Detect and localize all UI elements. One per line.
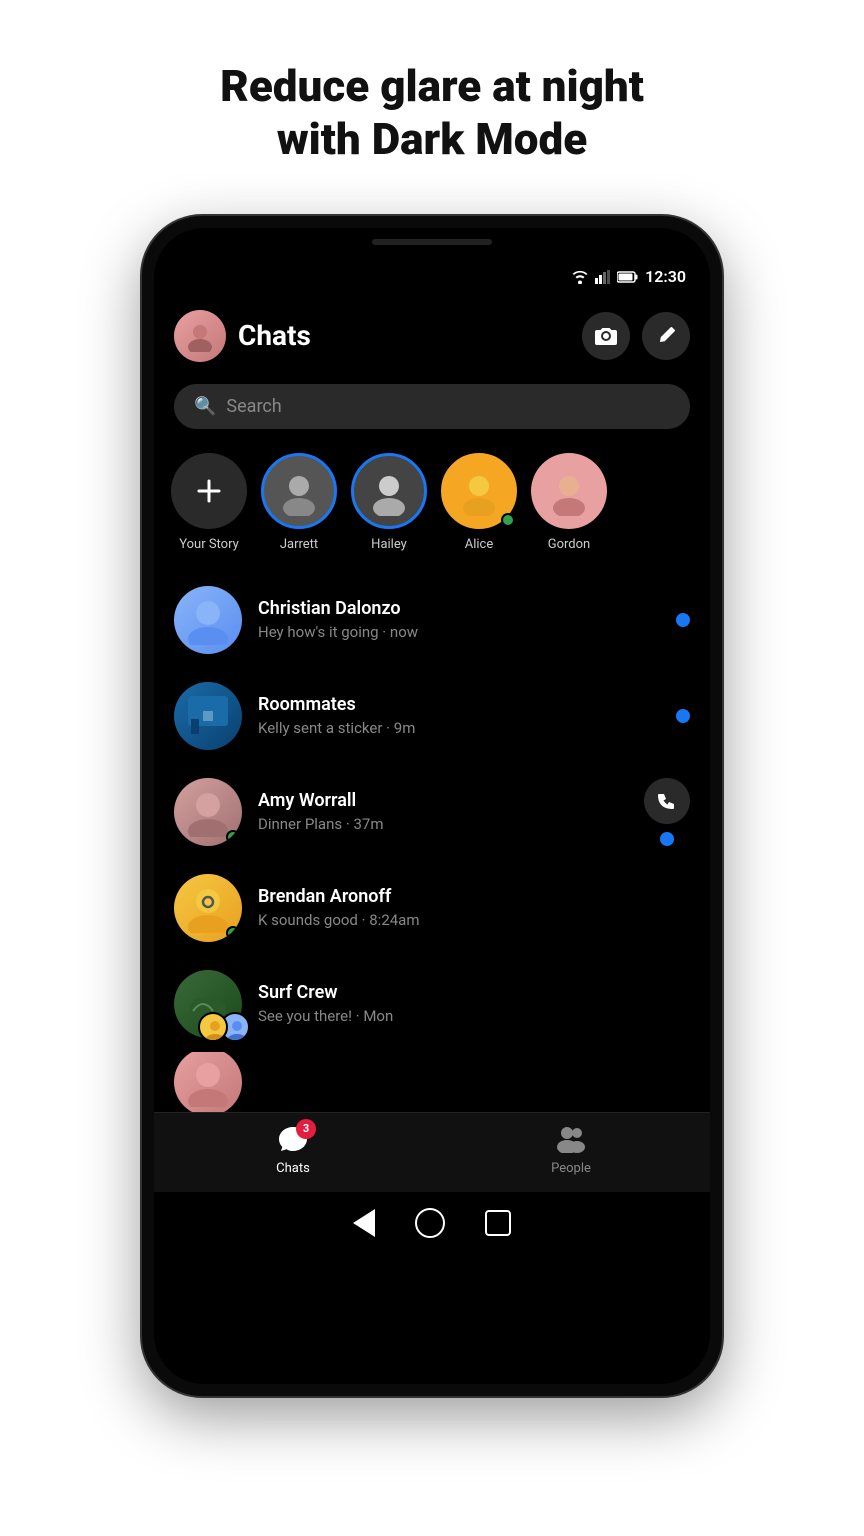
brendan-content: Brendan Aronoff K sounds good · 8:24am — [258, 886, 674, 929]
notch-area — [154, 228, 710, 256]
people-nav-icon — [555, 1125, 587, 1153]
status-bar: 12:30 — [154, 256, 710, 298]
roommates-name: Roommates — [258, 694, 660, 715]
christian-avatar — [174, 586, 242, 654]
phone-icon — [657, 791, 677, 811]
amy-name: Amy Worrall — [258, 790, 628, 811]
phone-screen: 12:30 Chats — [154, 228, 710, 1384]
your-story-label: Your Story — [179, 537, 239, 552]
notch-pill — [372, 239, 492, 245]
surf-crew-name: Surf Crew — [258, 982, 674, 1003]
top-bar: Chats — [154, 298, 710, 374]
status-icons: 12:30 — [571, 267, 686, 286]
chat-item-roommates[interactable]: Roommates Kelly sent a sticker · 9m — [154, 668, 710, 764]
chat-item-partial[interactable] — [154, 1052, 710, 1112]
people-nav-label: People — [551, 1161, 591, 1176]
alice-online-dot — [501, 513, 515, 527]
story-your-story[interactable]: Your Story — [170, 453, 248, 552]
amy-avatar — [174, 778, 242, 846]
camera-icon — [595, 327, 617, 345]
headline-line1: Reduce glare at night — [220, 60, 644, 112]
amy-preview: Dinner Plans · 37m — [258, 815, 628, 833]
amy-unread — [660, 832, 674, 846]
headline-line2: with Dark Mode — [277, 113, 588, 165]
chat-item-christian[interactable]: Christian Dalonzo Hey how's it going · n… — [154, 572, 710, 668]
recents-button[interactable] — [485, 1210, 511, 1236]
edit-button[interactable] — [642, 312, 690, 360]
battery-icon — [617, 271, 639, 283]
gordon-avatar — [531, 453, 607, 529]
alice-label: Alice — [465, 537, 494, 552]
christian-unread — [676, 613, 690, 627]
home-button[interactable] — [415, 1208, 445, 1238]
people-icon-wrap — [555, 1125, 587, 1157]
jarrett-avatar-wrap — [261, 453, 337, 529]
christian-right — [676, 613, 690, 627]
signal-icon — [595, 270, 611, 284]
search-input[interactable]: 🔍 Search — [174, 384, 690, 429]
amy-online-dot — [226, 830, 240, 844]
surf-member-1 — [198, 1012, 228, 1042]
wifi-icon — [571, 270, 589, 284]
gordon-label: Gordon — [548, 537, 590, 552]
roommates-unread — [676, 709, 690, 723]
chats-nav-label: Chats — [276, 1161, 310, 1176]
chat-list: Christian Dalonzo Hey how's it going · n… — [154, 572, 710, 1112]
chats-title: Chats — [238, 319, 570, 352]
surf-crew-content: Surf Crew See you there! · Mon — [258, 982, 674, 1025]
story-hailey[interactable]: Hailey — [350, 453, 428, 552]
surf-crew-avatar-group — [174, 970, 242, 1038]
add-story-icon — [171, 453, 247, 529]
chat-item-amy[interactable]: Amy Worrall Dinner Plans · 37m — [154, 764, 710, 860]
roommates-content: Roommates Kelly sent a sticker · 9m — [258, 694, 660, 737]
roommates-avatar — [174, 682, 242, 750]
search-placeholder: Search — [226, 396, 281, 417]
page-headline: Reduce glare at night with Dark Mode — [140, 0, 724, 216]
jarrett-label: Jarrett — [280, 537, 318, 552]
hailey-avatar-wrap — [351, 453, 427, 529]
search-bar: 🔍 Search — [154, 374, 710, 445]
stories-row: Your Story Jarrett — [154, 445, 710, 572]
story-gordon[interactable]: Gordon — [530, 453, 608, 552]
edit-icon — [656, 326, 676, 346]
chat-item-surf-crew[interactable]: Surf Crew See you there! · Mon — [154, 956, 710, 1052]
camera-button[interactable] — [582, 312, 630, 360]
nav-people[interactable]: People — [432, 1125, 710, 1176]
christian-content: Christian Dalonzo Hey how's it going · n… — [258, 598, 660, 641]
gordon-avatar-wrap — [531, 453, 607, 529]
christian-name: Christian Dalonzo — [258, 598, 660, 619]
chats-badge: 3 — [296, 1119, 316, 1139]
phone-shell: 12:30 Chats — [142, 216, 722, 1396]
home-bar — [154, 1192, 710, 1258]
your-story-avatar-wrap — [171, 453, 247, 529]
back-button[interactable] — [353, 1209, 375, 1237]
story-jarrett[interactable]: Jarrett — [260, 453, 338, 552]
chat-item-brendan[interactable]: Brendan Aronoff K sounds good · 8:24am — [154, 860, 710, 956]
surf-crew-member-avatars — [198, 1012, 250, 1042]
chats-icon-wrap: 3 — [278, 1125, 308, 1157]
jarrett-avatar — [261, 453, 337, 529]
brendan-name: Brendan Aronoff — [258, 886, 674, 907]
nav-chats[interactable]: 3 Chats — [154, 1125, 432, 1176]
user-avatar[interactable] — [174, 310, 226, 362]
brendan-avatar — [174, 874, 242, 942]
story-alice[interactable]: Alice — [440, 453, 518, 552]
surf-crew-preview: See you there! · Mon — [258, 1007, 674, 1025]
amy-call-button[interactable] — [644, 778, 690, 824]
roommates-right — [676, 709, 690, 723]
hailey-label: Hailey — [371, 537, 407, 552]
christian-preview: Hey how's it going · now — [258, 623, 660, 641]
alice-avatar-wrap — [441, 453, 517, 529]
brendan-preview: K sounds good · 8:24am — [258, 911, 674, 929]
brendan-online-dot — [226, 926, 240, 940]
roommates-preview: Kelly sent a sticker · 9m — [258, 719, 660, 737]
status-time: 12:30 — [645, 267, 686, 286]
partial-avatar — [174, 1052, 242, 1112]
hailey-avatar — [351, 453, 427, 529]
search-icon: 🔍 — [194, 396, 216, 417]
amy-content: Amy Worrall Dinner Plans · 37m — [258, 790, 628, 833]
bottom-nav: 3 Chats People — [154, 1112, 710, 1192]
amy-right — [644, 778, 690, 846]
